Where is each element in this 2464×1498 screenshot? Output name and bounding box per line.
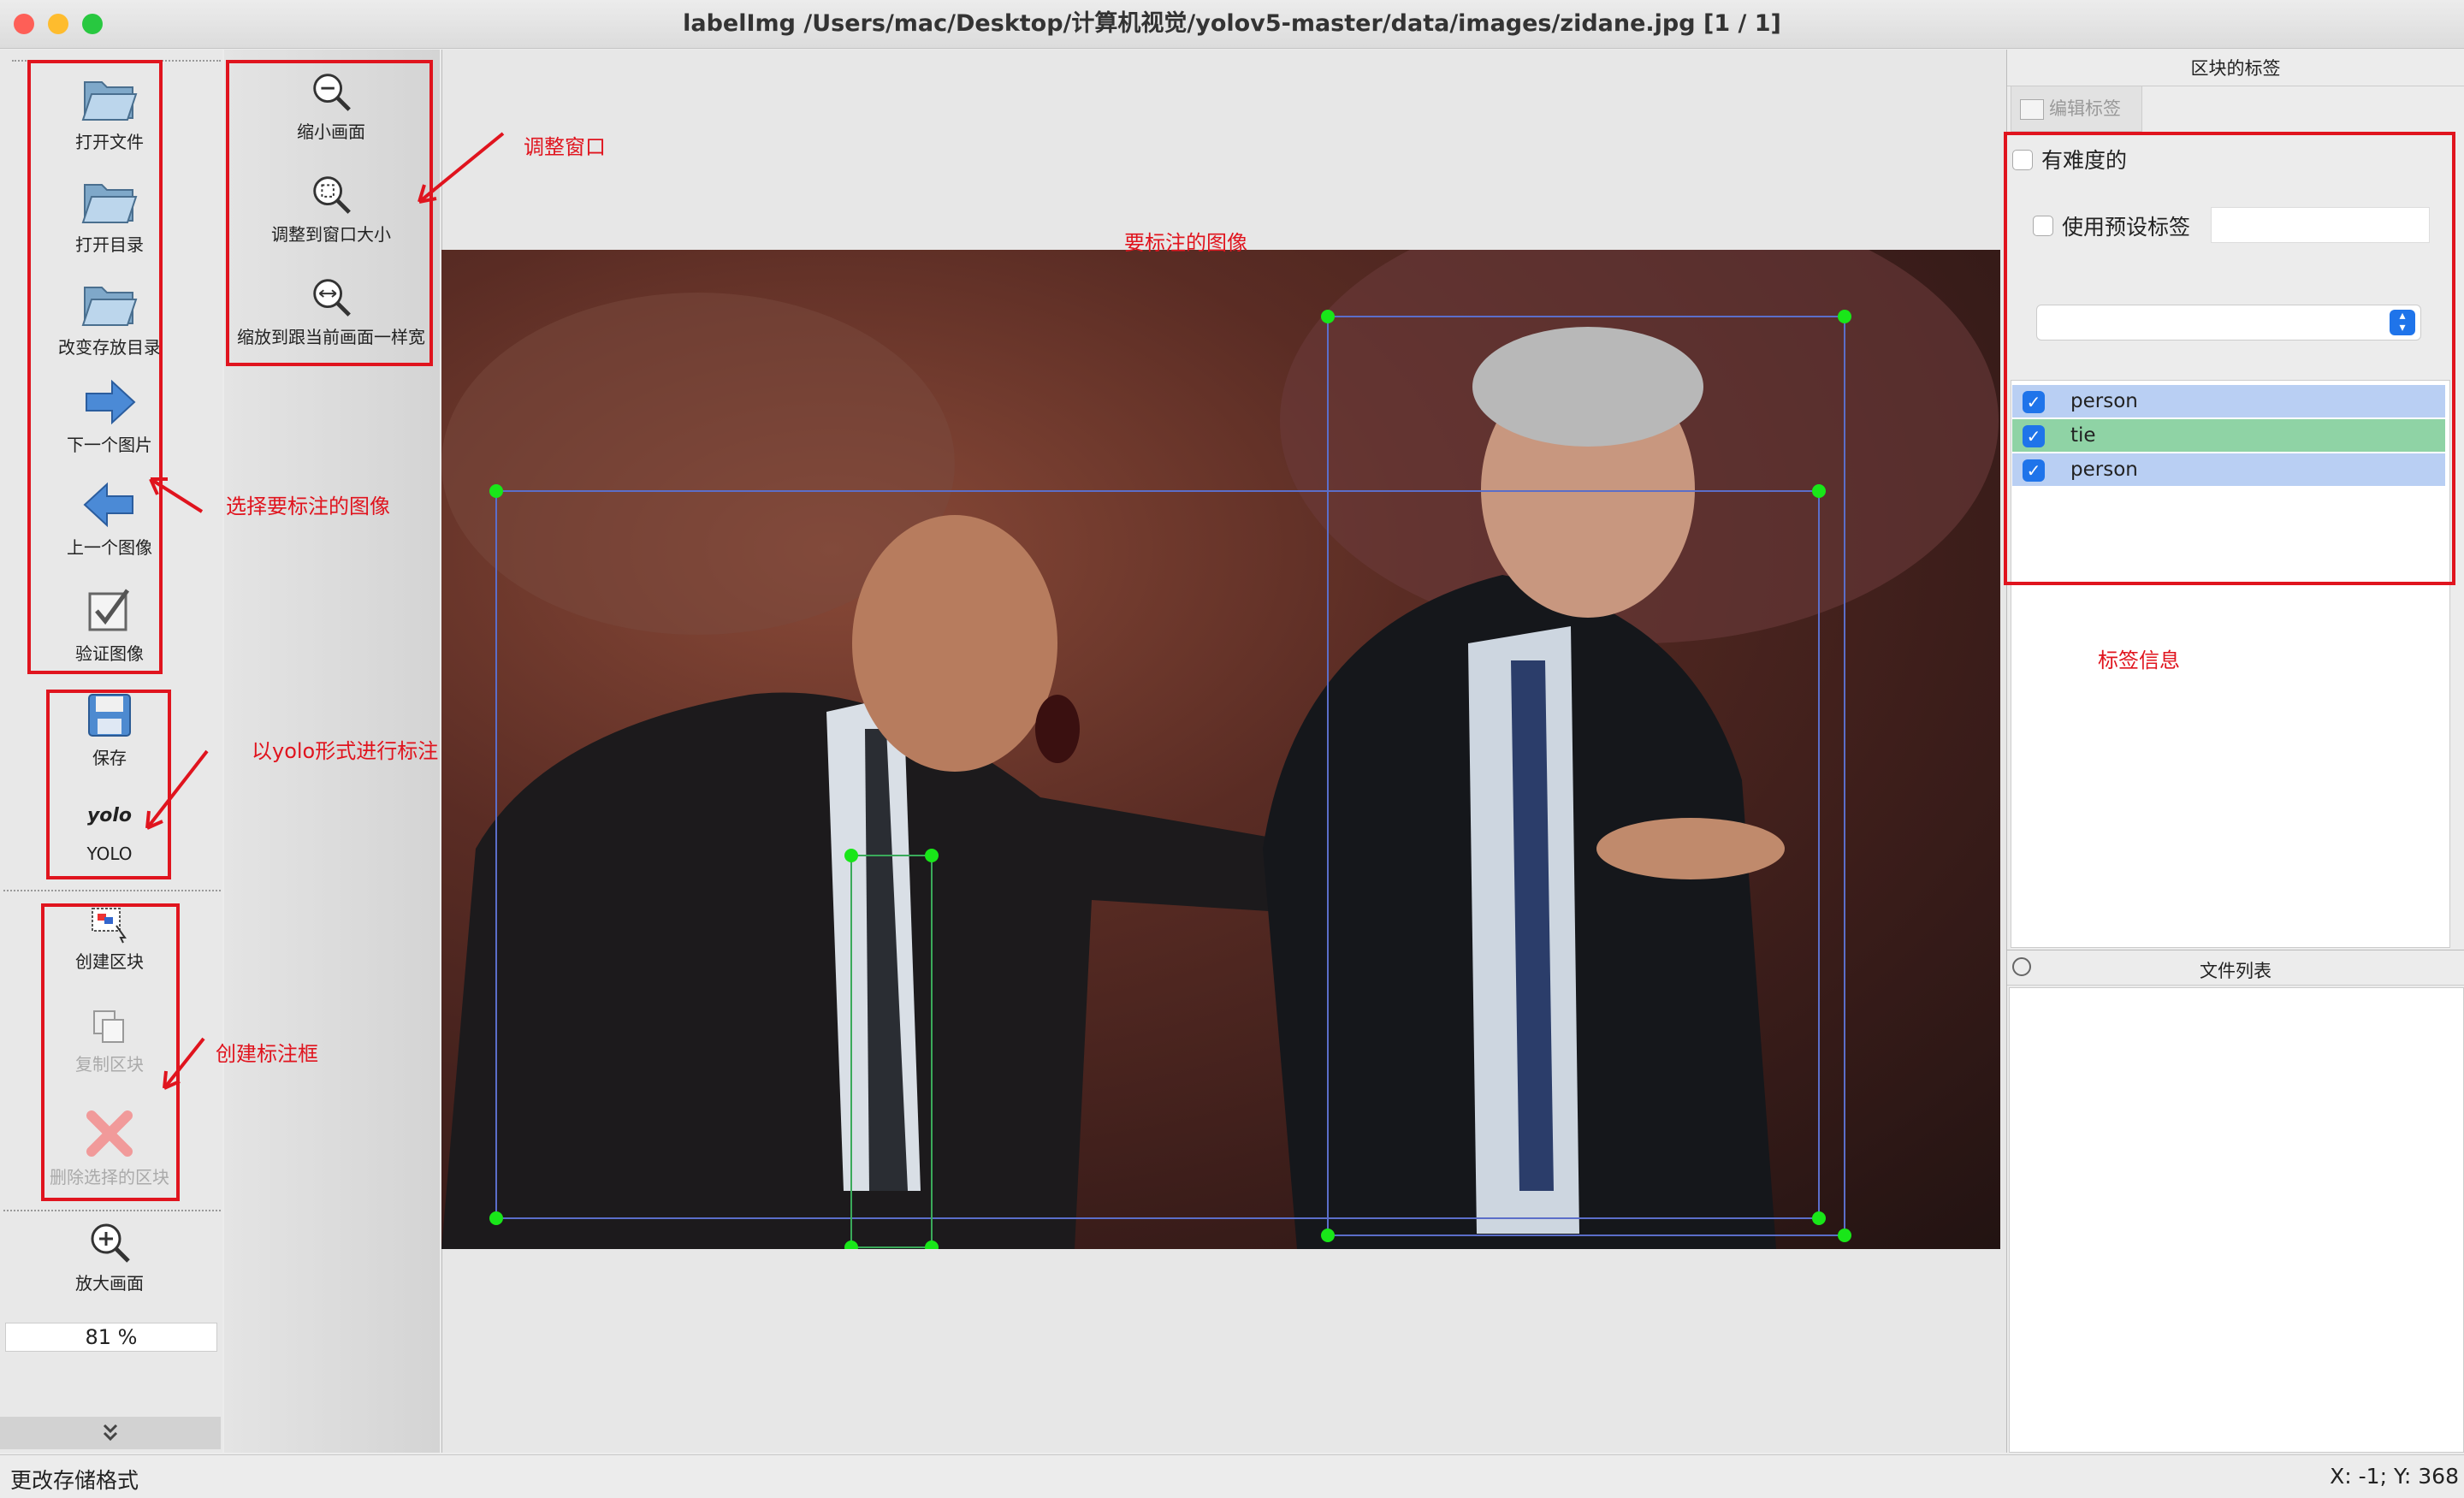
- status-bar: 更改存储格式 X: -1; Y: 368: [0, 1454, 2464, 1498]
- annotation-label-info: 标签信息: [2098, 648, 2180, 672]
- annotation-select-image: 选择要标注的图像: [226, 494, 390, 518]
- annotation-image-to-label: 要标注的图像: [1124, 231, 1247, 255]
- annotation-create-box: 创建标注框: [216, 1042, 318, 1066]
- annotation-adjust-window: 调整窗口: [524, 135, 606, 159]
- status-message: 更改存储格式: [10, 1468, 139, 1493]
- cursor-coordinates: X: -1; Y: 368: [2330, 1464, 2459, 1489]
- annotation-yolo-format: 以yolo形式进行标注: [252, 739, 439, 763]
